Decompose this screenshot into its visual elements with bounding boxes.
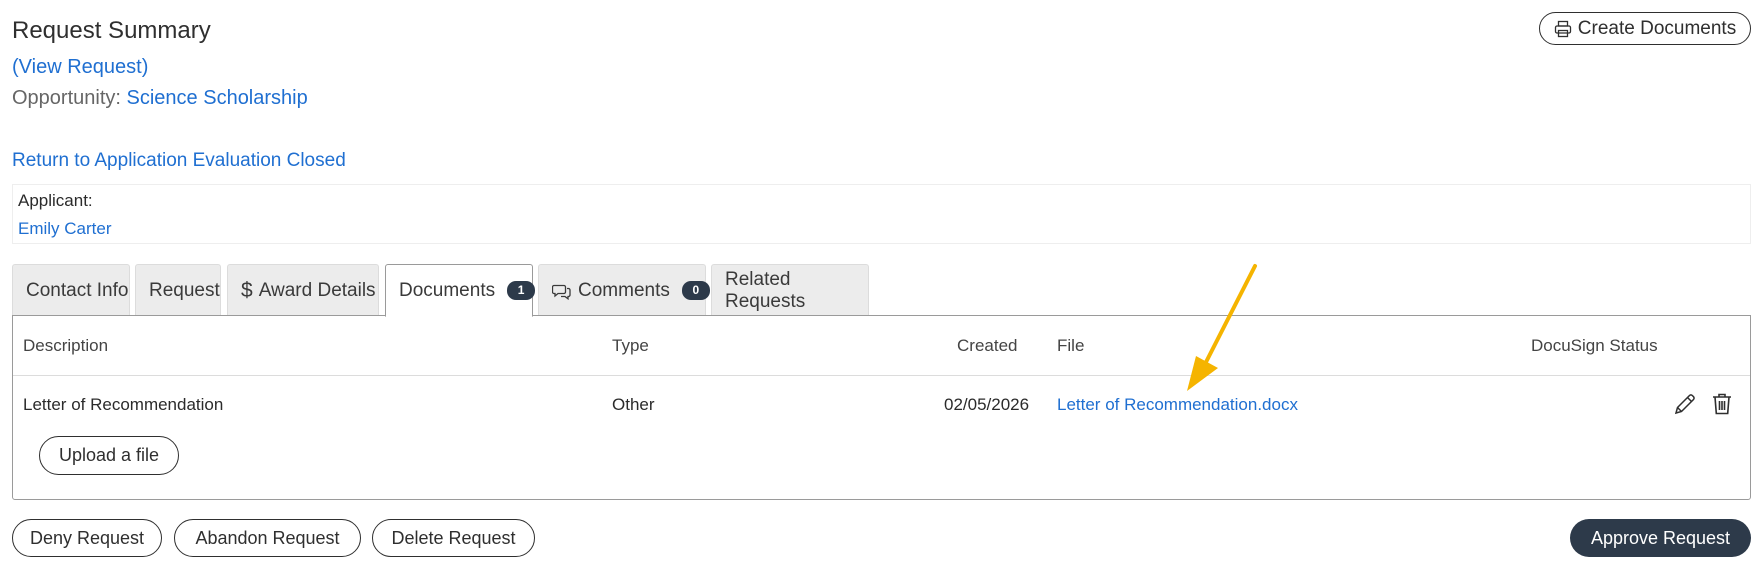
printer-icon xyxy=(1554,20,1572,38)
applicant-label: Applicant: xyxy=(18,191,93,210)
documents-table: Description Type Created File DocuSign S… xyxy=(12,315,1751,500)
row-description: Letter of Recommendation xyxy=(23,395,224,414)
opportunity-label: Opportunity: xyxy=(12,87,121,109)
create-documents-label: Create Documents xyxy=(1577,17,1737,39)
create-documents-button[interactable]: Create Documents xyxy=(1539,12,1751,45)
upload-file-button[interactable]: Upload a file xyxy=(39,436,179,475)
row-created: 02/05/2026 xyxy=(944,395,1030,414)
column-header-file: File xyxy=(1057,336,1085,355)
deny-request-button[interactable]: Deny Request xyxy=(12,519,162,557)
row-file-link[interactable]: Letter of Recommendation.docx xyxy=(1057,395,1298,415)
tab-documents[interactable]: Documents 1 xyxy=(385,264,536,317)
tab-request[interactable]: Request xyxy=(135,264,221,316)
tab-comments[interactable]: Comments 0 xyxy=(538,264,710,316)
applicant-name-link[interactable]: Emily Carter xyxy=(18,219,112,239)
tab-label: Related Requests xyxy=(725,268,806,312)
opportunity-row: Opportunity: Science Scholarship xyxy=(12,87,308,110)
tab-contact-info[interactable]: Contact Info xyxy=(12,264,130,316)
tab-label: Contact Info xyxy=(26,279,129,301)
tab-label: Comments xyxy=(578,279,670,301)
tab-award-details[interactable]: $ Award Details xyxy=(227,264,379,316)
comments-count-badge: 0 xyxy=(681,281,710,300)
delete-request-button[interactable]: Delete Request xyxy=(372,519,535,557)
view-request-link[interactable]: (View Request) xyxy=(12,56,148,79)
page-title: Request Summary xyxy=(12,17,211,44)
return-link[interactable]: Return to Application Evaluation Closed xyxy=(12,150,346,172)
documents-count-badge: 1 xyxy=(507,281,536,300)
tab-label: Award Details xyxy=(258,279,376,301)
tab-related-requests[interactable]: Related Requests xyxy=(711,264,869,316)
opportunity-link[interactable]: Science Scholarship xyxy=(127,87,308,109)
header-divider xyxy=(13,375,1750,376)
dollar-icon: $ xyxy=(241,278,253,302)
applicant-panel: Applicant: Emily Carter xyxy=(12,184,1751,244)
column-header-description: Description xyxy=(23,336,109,355)
tab-label: Request xyxy=(149,279,220,301)
column-header-created: Created xyxy=(957,336,1018,355)
approve-request-button[interactable]: Approve Request xyxy=(1570,519,1751,557)
column-header-docusign-status: DocuSign Status xyxy=(1531,336,1658,355)
edit-icon[interactable] xyxy=(1672,391,1698,417)
tab-label: Documents xyxy=(399,279,496,301)
comments-icon xyxy=(552,282,572,300)
column-header-type: Type xyxy=(612,336,649,355)
trash-icon[interactable] xyxy=(1710,391,1736,417)
row-type: Other xyxy=(612,395,655,414)
abandon-request-button[interactable]: Abandon Request xyxy=(174,519,361,557)
